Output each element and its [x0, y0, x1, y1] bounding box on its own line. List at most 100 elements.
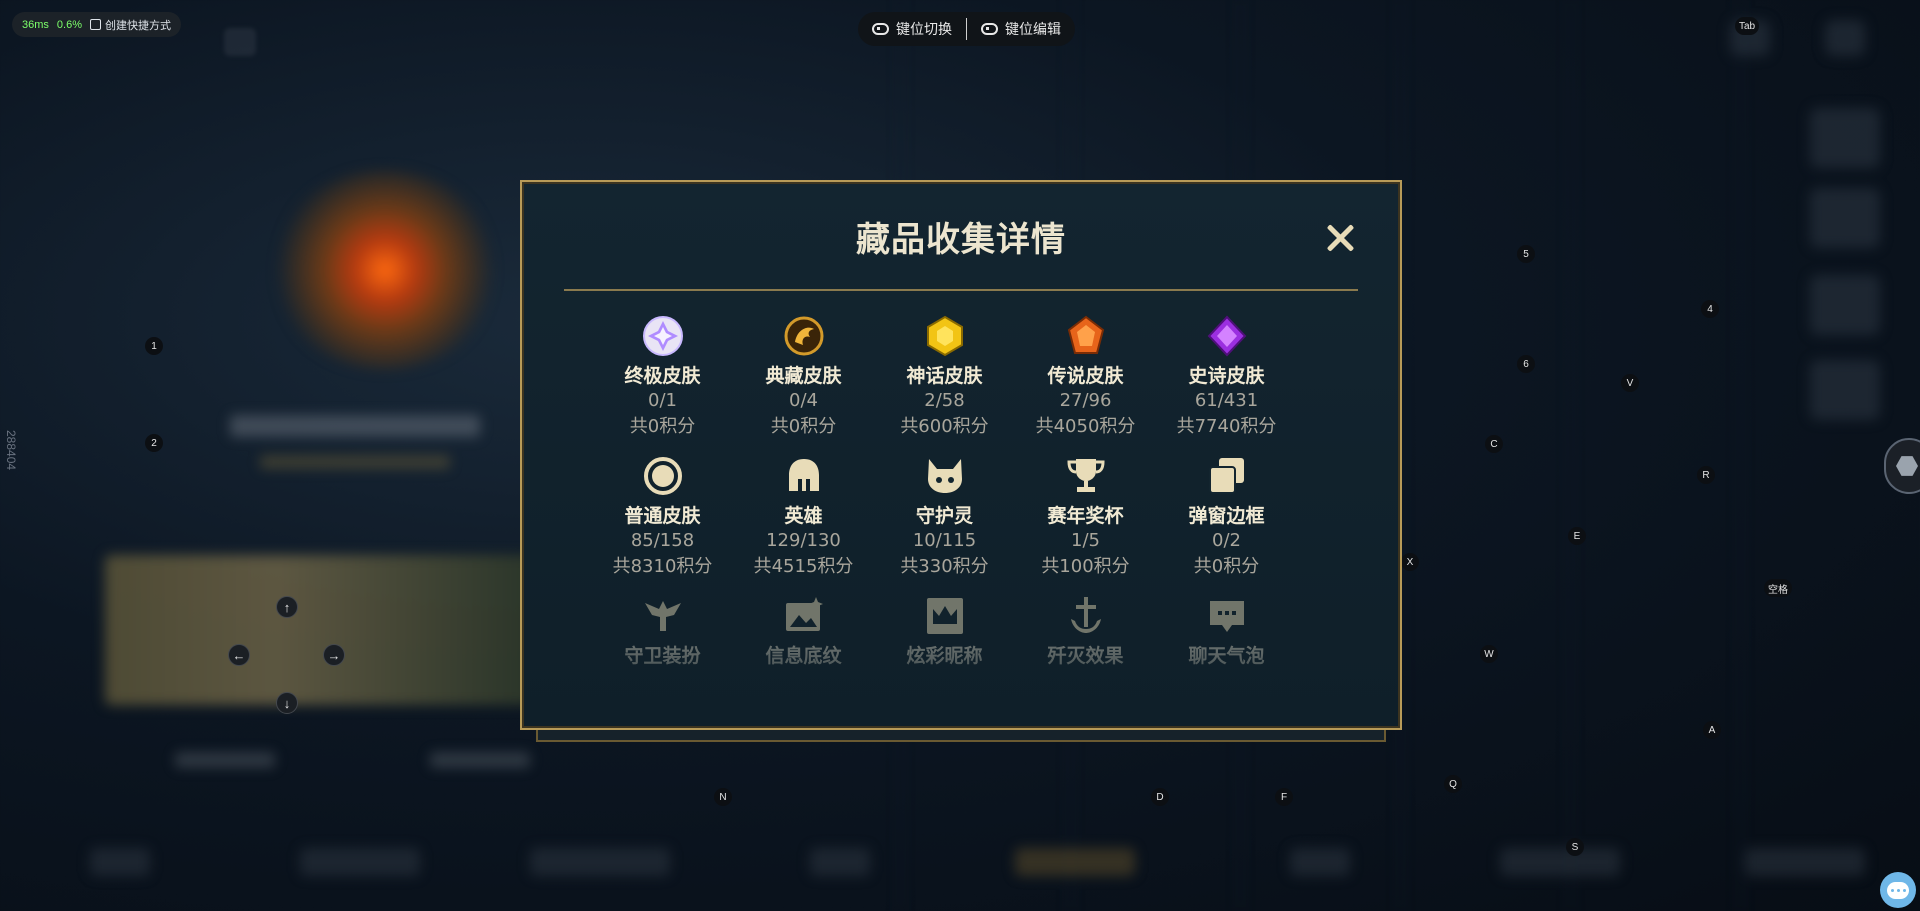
hexagon-icon [1896, 456, 1918, 476]
key-marker-5[interactable]: 5 [1517, 245, 1535, 263]
picture-icon [782, 594, 826, 638]
create-shortcut-button[interactable]: 创建快捷方式 [89, 17, 171, 33]
ultimate-gem-icon [641, 314, 685, 358]
collection-item-name: 终极皮肤 [624, 365, 701, 387]
performance-pill: 36ms 0.6% 创建快捷方式 [12, 12, 181, 37]
collection-item[interactable]: 终极皮肤 0/1 共0积分 [592, 314, 733, 440]
close-icon[interactable] [1322, 220, 1358, 256]
dpad-down-arrow-icon[interactable]: ↓ [276, 692, 298, 714]
dpad-right-arrow-icon[interactable]: → [323, 644, 345, 666]
ring-icon [641, 454, 685, 498]
gold-gem-icon [923, 314, 967, 358]
ward-icon [641, 594, 685, 638]
collection-item-count: 27/96 [1059, 390, 1112, 411]
key-marker-c[interactable]: C [1485, 435, 1503, 453]
gamepad-edit-icon [981, 23, 998, 35]
collection-item-name: 弹窗边框 [1188, 505, 1265, 527]
key-switch-label: 键位切换 [896, 21, 952, 37]
key-marker-1[interactable]: 1 [145, 337, 163, 355]
collection-item-points: 共0积分 [770, 416, 837, 437]
create-shortcut-label: 创建快捷方式 [104, 19, 171, 32]
keybar-divider [966, 18, 967, 40]
key-marker-r[interactable]: R [1697, 466, 1715, 484]
side-id-text: 288404 [4, 430, 18, 471]
key-marker-space[interactable]: 空格 [1764, 579, 1792, 597]
collection-item-points: 共4050积分 [1035, 416, 1136, 437]
key-marker-d[interactable]: D [1151, 788, 1169, 806]
title-divider [564, 289, 1358, 291]
key-marker-q[interactable]: Q [1444, 775, 1462, 793]
collection-details-modal: 藏品收集详情 终极皮肤 0/1 共0积分 典藏皮肤 0/4 共0积分 神话皮肤 2/58 共60… [520, 180, 1402, 730]
key-marker-4[interactable]: 4 [1701, 300, 1719, 318]
frames-icon [1205, 454, 1249, 498]
collection-item-name: 典藏皮肤 [765, 365, 842, 387]
key-edit-label: 键位编辑 [1005, 21, 1061, 37]
collection-item-name: 史诗皮肤 [1188, 365, 1265, 387]
key-marker-a[interactable]: A [1703, 721, 1721, 739]
dpad-left-arrow-icon[interactable]: ← [228, 644, 250, 666]
collection-item-name: 赛年奖杯 [1047, 505, 1124, 527]
modal-title: 藏品收集详情 [856, 220, 1066, 260]
collection-item[interactable]: 典藏皮肤 0/4 共0积分 [733, 314, 874, 440]
collection-item[interactable]: 弹窗边框 0/2 共0积分 [1156, 454, 1297, 580]
key-switch-button[interactable]: 键位切换 [872, 19, 952, 39]
floating-hex-button[interactable] [1884, 438, 1920, 494]
key-marker-tab[interactable]: Tab [1735, 17, 1760, 35]
shortcut-icon [89, 19, 101, 30]
collection-item[interactable]: 史诗皮肤 61/431 共7740积分 [1156, 314, 1297, 440]
collection-item-points: 共0积分 [629, 416, 696, 437]
collection-item-points: 共330积分 [900, 556, 989, 577]
collection-item-points: 共8310积分 [612, 556, 713, 577]
collection-item-name: 守护灵 [915, 505, 973, 527]
key-marker-x[interactable]: X [1401, 553, 1419, 571]
ping-value: 36ms [22, 18, 49, 31]
key-marker-6[interactable]: 6 [1517, 355, 1535, 373]
blurred-settings-button [224, 28, 256, 56]
collection-item-count: 2/58 [924, 390, 965, 411]
chat-assistant-button[interactable] [1880, 872, 1916, 908]
sword-icon [1064, 594, 1108, 638]
collection-item-count: 1/5 [1071, 530, 1100, 551]
packet-loss-value: 0.6% [56, 18, 82, 31]
collection-item-count: 61/431 [1194, 390, 1259, 411]
collection-item[interactable]: 守护灵 10/115 共330积分 [874, 454, 1015, 580]
collection-item-points: 共600积分 [900, 416, 989, 437]
purple-gem-icon [1205, 314, 1249, 358]
collection-item-name: 普通皮肤 [624, 505, 701, 527]
collection-item-points: 共0积分 [1193, 556, 1260, 577]
key-marker-f[interactable]: F [1275, 788, 1293, 806]
collection-item[interactable]: 传说皮肤 27/96 共4050积分 [1015, 314, 1156, 440]
key-marker-w[interactable]: W [1480, 645, 1498, 663]
key-marker-2[interactable]: 2 [145, 434, 163, 452]
dragon-emblem-icon [782, 314, 826, 358]
collection-item-name: 传说皮肤 [1047, 365, 1124, 387]
chat-bubble-icon [1205, 594, 1249, 638]
spirit-icon [923, 454, 967, 498]
collection-item-points: 共100积分 [1041, 556, 1130, 577]
key-marker-s[interactable]: S [1566, 838, 1584, 856]
gamepad-icon [872, 23, 889, 35]
trophy-icon [1064, 454, 1108, 498]
collection-item-count: 10/115 [912, 530, 977, 551]
collection-item[interactable]: 赛年奖杯 1/5 共100积分 [1015, 454, 1156, 580]
scroll-fade [526, 634, 1396, 724]
key-marker-v[interactable]: V [1621, 374, 1639, 392]
collection-item[interactable]: 神话皮肤 2/58 共600积分 [874, 314, 1015, 440]
collection-item-name: 神话皮肤 [906, 365, 983, 387]
key-mapping-bar: 键位切换 键位编辑 [858, 12, 1075, 46]
collection-item[interactable]: 普通皮肤 85/158 共8310积分 [592, 454, 733, 580]
collection-item[interactable]: 英雄 129/130 共4515积分 [733, 454, 874, 580]
key-marker-n[interactable]: N [714, 788, 732, 806]
collection-item-count: 0/1 [648, 390, 677, 411]
collection-item-count: 129/130 [766, 530, 841, 551]
collection-item-count: 0/2 [1212, 530, 1241, 551]
collection-item-count: 85/158 [630, 530, 695, 551]
collection-item-points: 共7740积分 [1176, 416, 1277, 437]
orange-gem-icon [1064, 314, 1108, 358]
helmet-icon [782, 454, 826, 498]
key-marker-e[interactable]: E [1568, 527, 1586, 545]
chat-bubble-icon [1887, 881, 1909, 899]
collection-item-name: 英雄 [784, 505, 823, 527]
dpad-up-arrow-icon[interactable]: ↑ [276, 596, 298, 618]
key-edit-button[interactable]: 键位编辑 [981, 19, 1061, 39]
